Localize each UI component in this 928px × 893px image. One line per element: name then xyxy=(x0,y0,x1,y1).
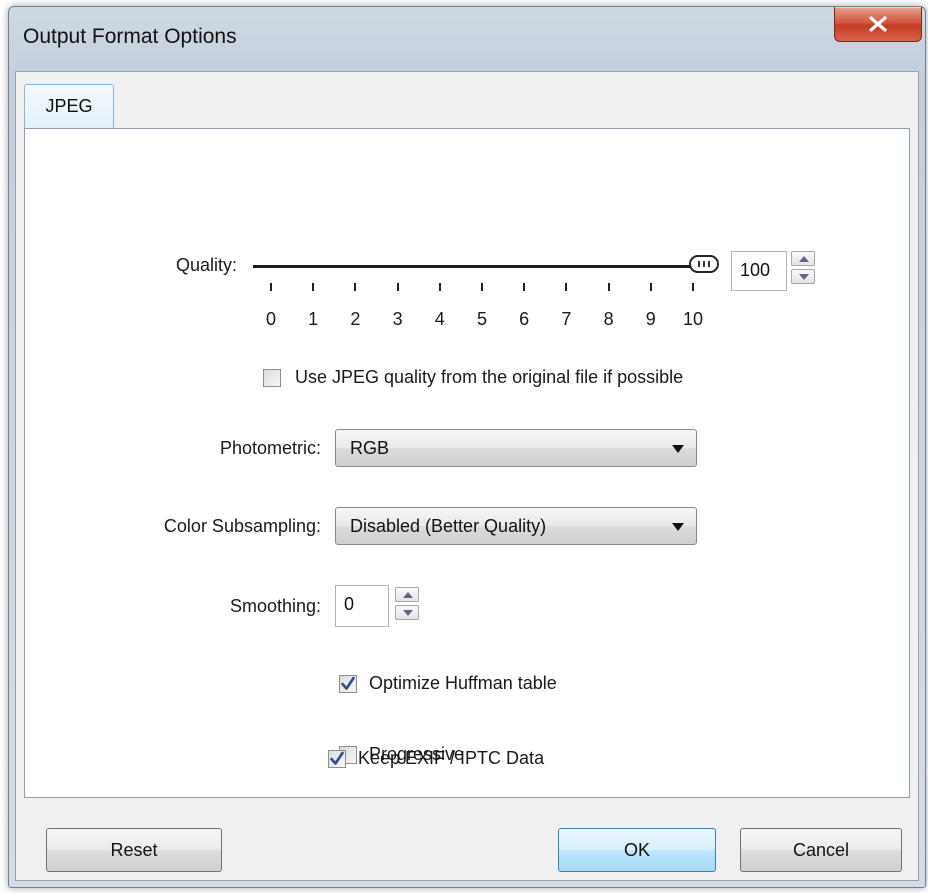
slider-tick xyxy=(270,283,272,291)
photometric-dropdown[interactable]: RGB xyxy=(335,429,697,467)
quality-value-input[interactable]: 100 xyxy=(731,251,787,291)
optimize-huffman-checkbox[interactable] xyxy=(339,675,357,693)
slider-tick-label: 0 xyxy=(265,309,276,329)
ok-button[interactable]: OK xyxy=(558,828,716,872)
smoothing-value: 0 xyxy=(344,594,355,614)
use-original-quality-checkbox[interactable] xyxy=(263,369,281,387)
slider-tick xyxy=(607,283,610,291)
smoothing-decrease-button[interactable] xyxy=(395,605,419,620)
slider-tick-label: 10 xyxy=(682,309,704,329)
quality-increase-button[interactable] xyxy=(791,251,815,266)
chevron-down-icon xyxy=(672,523,684,531)
checkmark-icon xyxy=(341,676,355,690)
checkmark-icon xyxy=(330,751,344,765)
color-subsampling-selected-value: Disabled (Better Quality) xyxy=(350,516,547,536)
tab-jpeg-label: JPEG xyxy=(45,96,93,116)
arrow-up-icon xyxy=(799,256,809,262)
optimize-huffman-label: Optimize Huffman table xyxy=(369,673,557,693)
quality-slider-track[interactable] xyxy=(253,265,709,268)
slider-tick xyxy=(354,283,357,291)
smoothing-increase-button[interactable] xyxy=(395,587,419,602)
slider-tick-label: 9 xyxy=(645,309,656,329)
quality-slider-thumb[interactable] xyxy=(689,255,719,273)
arrow-down-icon xyxy=(799,274,809,280)
smoothing-value-input[interactable]: 0 xyxy=(335,585,389,627)
slider-tick-label: 3 xyxy=(392,309,403,329)
slider-tick xyxy=(438,283,441,291)
keep-exif-checkbox[interactable] xyxy=(328,750,346,768)
slider-tick-label: 1 xyxy=(308,309,319,329)
arrow-up-icon xyxy=(403,592,413,598)
slider-tick-label: 6 xyxy=(519,309,530,329)
chevron-down-icon xyxy=(672,445,684,453)
use-original-quality-label: Use JPEG quality from the original file … xyxy=(295,367,684,387)
reset-button-label: Reset xyxy=(110,840,158,860)
smoothing-label: Smoothing: xyxy=(229,596,321,616)
quality-label: Quality: xyxy=(175,255,237,275)
slider-tick xyxy=(565,283,568,291)
tab-jpeg[interactable]: JPEG xyxy=(24,84,114,129)
cancel-button[interactable]: Cancel xyxy=(740,828,902,872)
arrow-down-icon xyxy=(403,610,413,616)
slider-tick-label: 7 xyxy=(561,309,572,329)
slider-tick-label: 8 xyxy=(603,309,614,329)
slider-tick-label: 4 xyxy=(434,309,445,329)
slider-tick-label: 2 xyxy=(350,309,361,329)
title-bar[interactable]: Output Format Options xyxy=(9,7,925,63)
slider-tick-label: 5 xyxy=(476,309,487,329)
photometric-selected-value: RGB xyxy=(350,438,390,458)
cancel-button-label: Cancel xyxy=(792,840,850,860)
slider-tick xyxy=(312,283,315,291)
tab-strip: JPEG xyxy=(16,72,918,129)
ok-button-label: OK xyxy=(623,840,650,860)
quality-value: 100 xyxy=(740,260,771,280)
slider-tick xyxy=(692,283,694,291)
photometric-label: Photometric: xyxy=(219,438,321,458)
color-subsampling-dropdown[interactable]: Disabled (Better Quality) xyxy=(335,507,697,545)
dialog-title: Output Format Options xyxy=(23,25,237,48)
quality-decrease-button[interactable] xyxy=(791,269,815,284)
slider-tick xyxy=(481,283,483,291)
slider-tick xyxy=(649,283,652,291)
close-button[interactable] xyxy=(834,7,922,42)
slider-tick xyxy=(396,283,399,291)
reset-button[interactable]: Reset xyxy=(46,828,222,872)
keep-exif-label: Keep EXIF / IPTC Data xyxy=(358,748,545,768)
close-icon xyxy=(869,16,887,32)
color-subsampling-label: Color Subsampling: xyxy=(163,516,321,536)
slider-tick xyxy=(523,283,526,291)
jpeg-tab-panel: Quality: 0 1 2 3 4 5 6 7 8 9 10 100 Use JPEG quali… xyxy=(24,128,910,798)
